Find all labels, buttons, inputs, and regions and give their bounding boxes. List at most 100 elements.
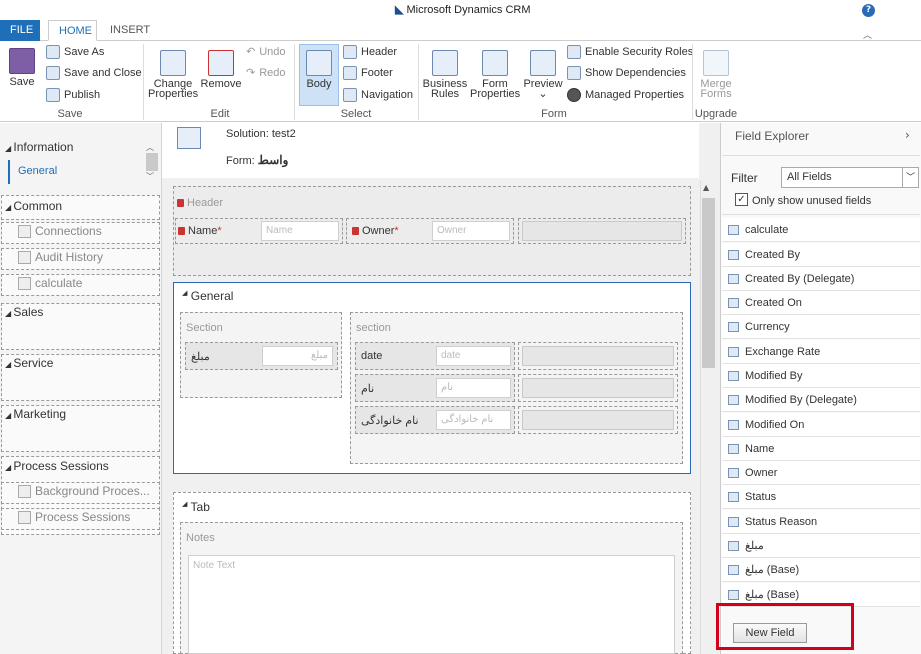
nav-section-common[interactable]: ◢ Common <box>5 199 62 213</box>
owner-field-label: Owner* <box>352 225 399 237</box>
nav-item-general[interactable]: General <box>18 165 57 177</box>
nam-input[interactable]: نام <box>436 378 511 398</box>
field-item[interactable]: Exchange Rate <box>722 340 920 364</box>
mablagh-label: مبلغ <box>191 351 210 363</box>
tab-insert[interactable]: INSERT <box>100 20 160 41</box>
field-icon <box>728 419 739 430</box>
field-item[interactable]: Name <box>722 437 920 461</box>
entity-icon <box>177 127 201 149</box>
nav-item-process-sessions[interactable]: Process Sessions <box>18 510 130 524</box>
name-input[interactable]: Name <box>261 221 339 241</box>
body-button[interactable]: Body <box>299 50 339 90</box>
field-item[interactable]: Created On <box>722 291 920 315</box>
chevron-down-icon: ﹀ <box>902 168 918 187</box>
note-text-area[interactable]: Note Text <box>188 555 675 654</box>
field-item[interactable]: calculate <box>722 218 920 242</box>
preview-button[interactable]: Preview ⌄ <box>522 50 564 100</box>
form-properties-button[interactable]: Form Properties <box>470 50 520 100</box>
family-label: نام خانوادگی <box>361 415 419 427</box>
business-rules-button[interactable]: Business Rules <box>422 50 468 100</box>
field-icon <box>728 370 739 381</box>
field-icon <box>728 321 739 332</box>
field-icon <box>728 394 739 405</box>
nav-section-sales[interactable]: ◢ Sales <box>5 305 43 319</box>
body-icon <box>306 50 332 76</box>
nav-section-information[interactable]: ◢ Information <box>5 140 73 154</box>
save-button[interactable]: Save <box>5 48 39 88</box>
tab2-title: ◢ Tab <box>182 500 210 514</box>
form-properties-icon <box>482 50 508 76</box>
nav-item-calculate[interactable]: calculate <box>18 276 82 290</box>
nav-section-process-sessions[interactable]: ◢ Process Sessions <box>5 459 109 473</box>
family-input[interactable]: نام خانوادگی <box>436 410 511 430</box>
remove-button[interactable]: Remove <box>200 50 242 90</box>
nav-item-background-processes[interactable]: Background Proces... <box>18 484 150 498</box>
scroll-up-icon[interactable]: ▲ <box>703 183 709 192</box>
merge-forms-button[interactable]: Merge Forms <box>696 50 736 100</box>
tab-file[interactable]: FILE <box>0 20 40 41</box>
field-item[interactable]: Currency <box>722 315 920 339</box>
calculate-icon <box>18 276 31 290</box>
show-dependencies-button[interactable]: Show Dependencies <box>567 66 686 80</box>
field-item[interactable]: Modified By <box>722 364 920 388</box>
save-as-icon <box>46 45 60 59</box>
field-item[interactable]: مبلغ <box>722 534 920 558</box>
change-properties-button[interactable]: Change Properties <box>148 50 198 100</box>
new-field-button[interactable]: New Field <box>733 623 807 643</box>
remove-icon <box>208 50 234 76</box>
save-icon <box>9 48 35 74</box>
help-icon[interactable]: ? <box>862 4 875 17</box>
chevron-down-icon: ⌄ <box>538 88 548 100</box>
scroll-thumb[interactable] <box>146 153 158 171</box>
group-label-save: Save <box>57 108 83 120</box>
canvas-scroll-thumb[interactable] <box>702 198 715 368</box>
redo-icon: ↷ <box>246 67 256 79</box>
redo-button[interactable]: ↷ Redo <box>246 66 286 80</box>
managed-properties-button[interactable]: Managed Properties <box>567 88 684 102</box>
connections-icon <box>18 224 31 238</box>
nav-section-service[interactable]: ◢ Service <box>5 356 53 370</box>
chevron-right-icon[interactable]: › <box>905 128 910 142</box>
field-icon <box>728 516 739 527</box>
group-label-upgrade: Upgrade <box>694 108 738 120</box>
unused-fields-checkbox[interactable]: ✓ <box>735 193 748 206</box>
scroll-down-icon: ﹀ <box>146 172 154 181</box>
field-item[interactable]: Owner <box>722 461 920 485</box>
filter-select[interactable]: All Fields ﹀ <box>781 167 919 188</box>
ribbon-separator <box>418 44 419 120</box>
field-item[interactable]: Modified By (Delegate) <box>722 388 920 412</box>
nav-item-connections[interactable]: Connections <box>18 224 102 238</box>
owner-input[interactable]: Owner <box>432 221 510 241</box>
enable-security-roles-button[interactable]: Enable Security Roles <box>567 45 693 59</box>
dependencies-icon <box>567 66 581 80</box>
save-and-close-button[interactable]: Save and Close <box>46 66 142 80</box>
app-title: ◣ Microsoft Dynamics CRM <box>395 4 531 16</box>
lock-icon <box>178 227 185 236</box>
nav-item-audit-history[interactable]: Audit History <box>18 250 103 264</box>
header-button[interactable]: Header <box>343 45 397 59</box>
field-item[interactable]: مبلغ (Base) <box>722 558 920 582</box>
field-item[interactable]: Status <box>722 485 920 509</box>
footer-button[interactable]: Footer <box>343 66 393 80</box>
name-field-label: Name* <box>178 225 222 237</box>
navigation-button[interactable]: Navigation <box>343 88 413 102</box>
security-roles-icon <box>567 45 581 59</box>
mablagh-input[interactable]: مبلغ <box>262 346 333 366</box>
field-item[interactable]: Created By <box>722 243 920 267</box>
undo-icon: ↶ <box>246 46 256 58</box>
nav-scrollbar[interactable]: ︿ ﹀ <box>146 142 158 186</box>
tab-home[interactable]: HOME <box>48 20 97 41</box>
lock-icon <box>352 227 359 236</box>
section-left-label: Section <box>186 322 223 334</box>
undo-button[interactable]: ↶ Undo <box>246 45 286 59</box>
field-icon <box>728 589 739 600</box>
field-item[interactable]: Status Reason <box>722 510 920 534</box>
publish-button[interactable]: Publish <box>46 88 100 102</box>
date-input[interactable]: date <box>436 346 511 366</box>
empty-cell <box>522 221 682 241</box>
nav-section-marketing[interactable]: ◢ Marketing <box>5 407 66 421</box>
field-item[interactable]: Modified On <box>722 413 920 437</box>
field-item[interactable]: Created By (Delegate) <box>722 267 920 291</box>
save-as-button[interactable]: Save As <box>46 45 104 59</box>
empty-cell <box>522 410 674 430</box>
